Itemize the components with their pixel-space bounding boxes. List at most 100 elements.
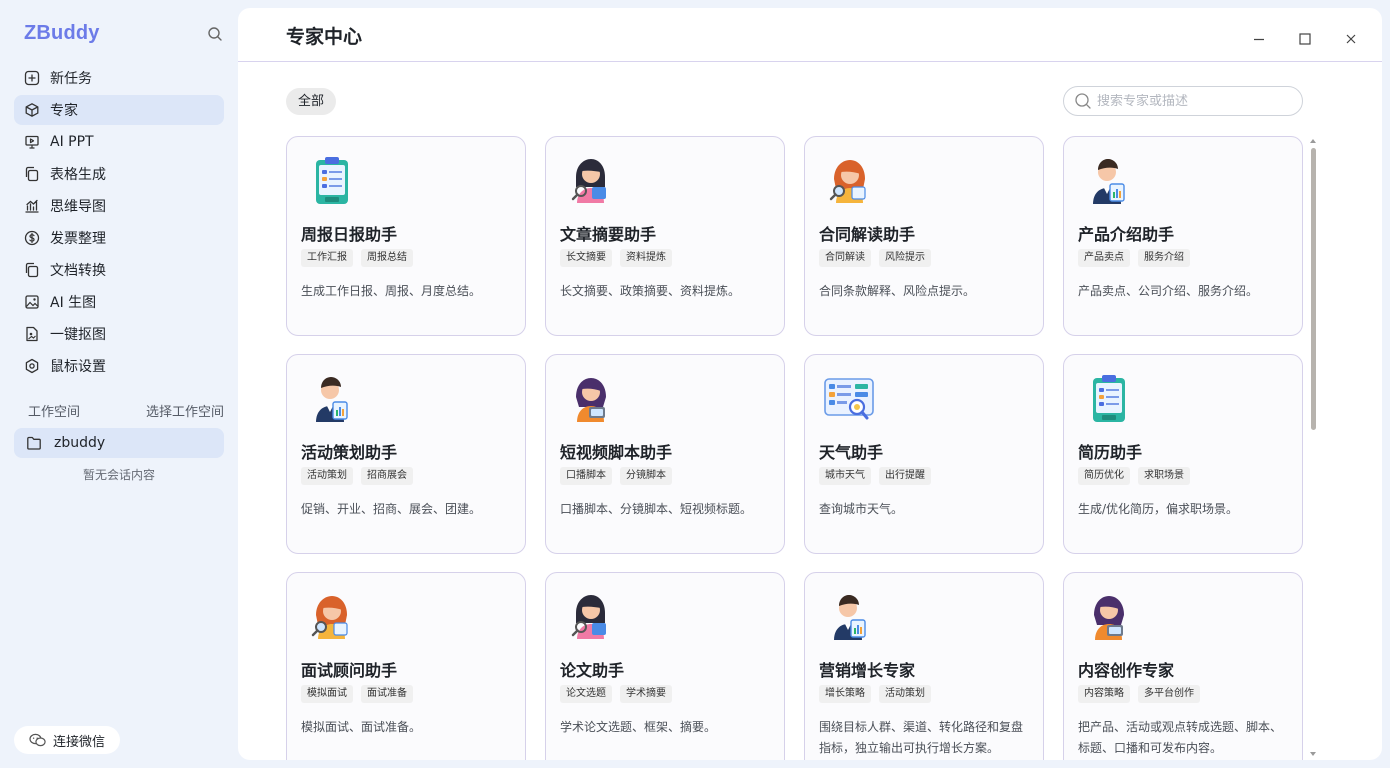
sidebar-item-ai-ppt[interactable]: AI PPT	[14, 127, 224, 157]
expert-card-tags: 论文选题 学术摘要	[560, 685, 672, 703]
dollar-icon	[24, 230, 40, 246]
expert-tag: 活动策划	[301, 467, 353, 485]
expert-tag: 分镜脚本	[620, 467, 672, 485]
expert-tag: 求职场景	[1138, 467, 1190, 485]
cube-icon	[24, 102, 40, 118]
expert-card[interactable]: 面试顾问助手 模拟面试 面试准备模拟面试、面试准备。	[286, 572, 526, 760]
expert-card[interactable]: 内容创作专家 内容策略 多平台创作 把产品、活动或观点转成选题、脚本、标题、口播和可发…	[1063, 572, 1303, 760]
man-clipboard-avatar-icon	[821, 589, 877, 645]
expert-tag: 长文摘要	[560, 249, 612, 267]
maximize-icon[interactable]	[1298, 32, 1312, 46]
sidebar-item-label: 发票整理	[50, 231, 106, 247]
expert-tag: 招商展会	[361, 467, 413, 485]
woman-red-hair-avatar-icon	[821, 153, 877, 209]
expert-card-title: 产品介绍助手	[1078, 225, 1175, 244]
sidebar-item-ai-image[interactable]: AI 生图	[14, 287, 224, 317]
search-icon[interactable]	[207, 26, 223, 42]
title-bar: 专家中心	[238, 8, 1382, 62]
scroll-up-arrow[interactable]	[1310, 139, 1316, 143]
select-workspace-link[interactable]: 选择工作空间	[146, 401, 224, 420]
expert-tag: 面试准备	[361, 685, 413, 703]
close-icon[interactable]	[1344, 32, 1358, 46]
expert-tag: 风险提示	[879, 249, 931, 267]
expert-tag: 模拟面试	[301, 685, 353, 703]
scrollbar-thumb[interactable]	[1311, 148, 1316, 430]
expert-card-description: 生成/优化简历，偏求职场景。	[1078, 502, 1239, 516]
expert-card-tags: 模拟面试 面试准备	[301, 685, 413, 703]
expert-card[interactable]: 简历助手 简历优化 求职场景 生成/优化简历，偏求职场景。	[1063, 354, 1303, 554]
sidebar-item-invoice[interactable]: 发票整理	[14, 223, 224, 253]
expert-card-tags: 工作汇报 周报总结	[301, 249, 413, 267]
expert-card-title: 面试顾问助手	[301, 661, 398, 680]
woman-red-hair-avatar-icon	[303, 589, 359, 645]
expert-tag: 口播脚本	[560, 467, 612, 485]
expert-card-title: 活动策划助手	[301, 443, 398, 462]
expert-card-description: 合同条款解释、风险点提示。	[819, 284, 976, 298]
expert-card-tags: 城市天气 出行提醒	[819, 467, 931, 485]
woman-magnifier-avatar-icon	[562, 589, 618, 645]
expert-card-tags: 长文摘要 资料提炼	[560, 249, 672, 267]
sidebar-item-label: 思维导图	[50, 199, 106, 215]
sidebar-item-experts[interactable]: 专家	[14, 95, 224, 125]
filter-all-chip[interactable]: 全部	[286, 88, 337, 115]
expert-tag: 出行提醒	[879, 467, 931, 485]
connect-wechat-label: 连接微信	[53, 734, 106, 750]
sidebar-item-label: 新任务	[50, 71, 92, 87]
expert-card-title: 周报日报助手	[301, 225, 398, 244]
sidebar-item-mouse-settings[interactable]: 鼠标设置	[14, 351, 224, 381]
expert-card[interactable]: 活动策划助手 活动策划 招商展会 促销、开业、招商、展会、团建。	[286, 354, 526, 554]
expert-card-description: 生成工作日报、周报、月度总结。	[301, 284, 482, 298]
expert-card-title: 合同解读助手	[819, 225, 916, 244]
expert-tag: 周报总结	[361, 249, 413, 267]
expert-tag: 学术摘要	[620, 685, 672, 703]
copy-icon	[24, 166, 40, 182]
expert-card[interactable]: 天气助手 城市天气 出行提醒 查询城市天气。	[804, 354, 1044, 554]
workspace-item[interactable]: zbuddy	[14, 428, 224, 458]
expert-card[interactable]: 周报日报助手 工作汇报 周报总结生成工作日报、周报、月度总结。	[286, 136, 526, 336]
search-icon	[1075, 93, 1091, 109]
settings-icon	[24, 358, 40, 374]
expert-card-description: 模拟面试、面试准备。	[301, 720, 422, 734]
minimize-icon[interactable]	[1252, 32, 1266, 46]
workspace-label: 工作空间	[28, 405, 81, 420]
search-input[interactable]	[1097, 93, 1287, 109]
expert-card-description: 围绕目标人群、渠道、转化路径和复盘指标，独立输出可执行增长方案。	[819, 720, 1024, 755]
expert-card[interactable]: 文章摘要助手 长文摘要 资料提炼 长文摘要、政策摘要、资料提炼。	[545, 136, 785, 336]
image-icon	[24, 294, 40, 310]
expert-grid: 周报日报助手 工作汇报 周报总结 生成工作日报、周报、月度总结。 文章摘要助手 长文摘要资…	[286, 136, 1306, 760]
expert-tag: 合同解读	[819, 249, 871, 267]
expert-search[interactable]	[1063, 86, 1303, 116]
sidebar-item-doc-convert[interactable]: 文档转换	[14, 255, 224, 285]
expert-card[interactable]: 营销增长专家 增长策略 活动策划 围绕目标人群、渠道、转化路径和复盘指标，独立输出可执…	[804, 572, 1044, 760]
connect-wechat-button[interactable]: 连接微信	[14, 726, 120, 754]
app-logo: ZBuddy	[24, 22, 100, 44]
expert-card-tags: 增长策略 活动策划	[819, 685, 931, 703]
expert-tag: 多平台创作	[1138, 685, 1200, 703]
expert-tag: 简历优化	[1078, 467, 1130, 485]
dashboard-search-avatar-icon	[821, 371, 877, 427]
empty-session-text: 暂无会话内容	[82, 468, 155, 482]
expert-tag: 增长策略	[819, 685, 871, 703]
folder-icon	[27, 436, 41, 450]
sidebar-item-mindmap[interactable]: 思维导图	[14, 191, 224, 221]
expert-tag: 城市天气	[819, 467, 871, 485]
expert-card[interactable]: 产品介绍助手 产品卖点 服务介绍 产品卖点、公司介绍、服务介绍。	[1063, 136, 1303, 336]
expert-tag: 产品卖点	[1078, 249, 1130, 267]
expert-tag: 工作汇报	[301, 249, 353, 267]
expert-card[interactable]: 合同解读助手 合同解读 风险提示合同条款解释、风险点提示。	[804, 136, 1044, 336]
sidebar-item-cutout[interactable]: 一键抠图	[14, 319, 224, 349]
presentation-icon	[24, 134, 40, 150]
expert-card-description: 把产品、活动或观点转成选题、脚本、标题、口播和可发布内容。	[1078, 720, 1283, 755]
chart-icon	[24, 198, 40, 214]
expert-card-title: 论文助手	[560, 661, 625, 680]
expert-card-description: 口播脚本、分镜脚本、短视频标题。	[560, 502, 753, 516]
woman-tablet-avatar-icon	[562, 371, 618, 427]
expert-card[interactable]: 短视频脚本助手 口播脚本 分镜脚本 口播脚本、分镜脚本、短视频标题。	[545, 354, 785, 554]
scroll-down-arrow[interactable]	[1310, 752, 1316, 756]
clipboard-avatar-icon	[1080, 371, 1136, 427]
sidebar-item-table-gen[interactable]: 表格生成	[14, 159, 224, 189]
expert-card[interactable]: 论文助手 论文选题 学术摘要 学术论文选题、框架、摘要。	[545, 572, 785, 760]
expert-card-tags: 内容策略 多平台创作	[1078, 685, 1200, 703]
sidebar-item-new-task[interactable]: 新任务	[14, 63, 224, 93]
expert-card-title: 文章摘要助手	[560, 225, 657, 244]
